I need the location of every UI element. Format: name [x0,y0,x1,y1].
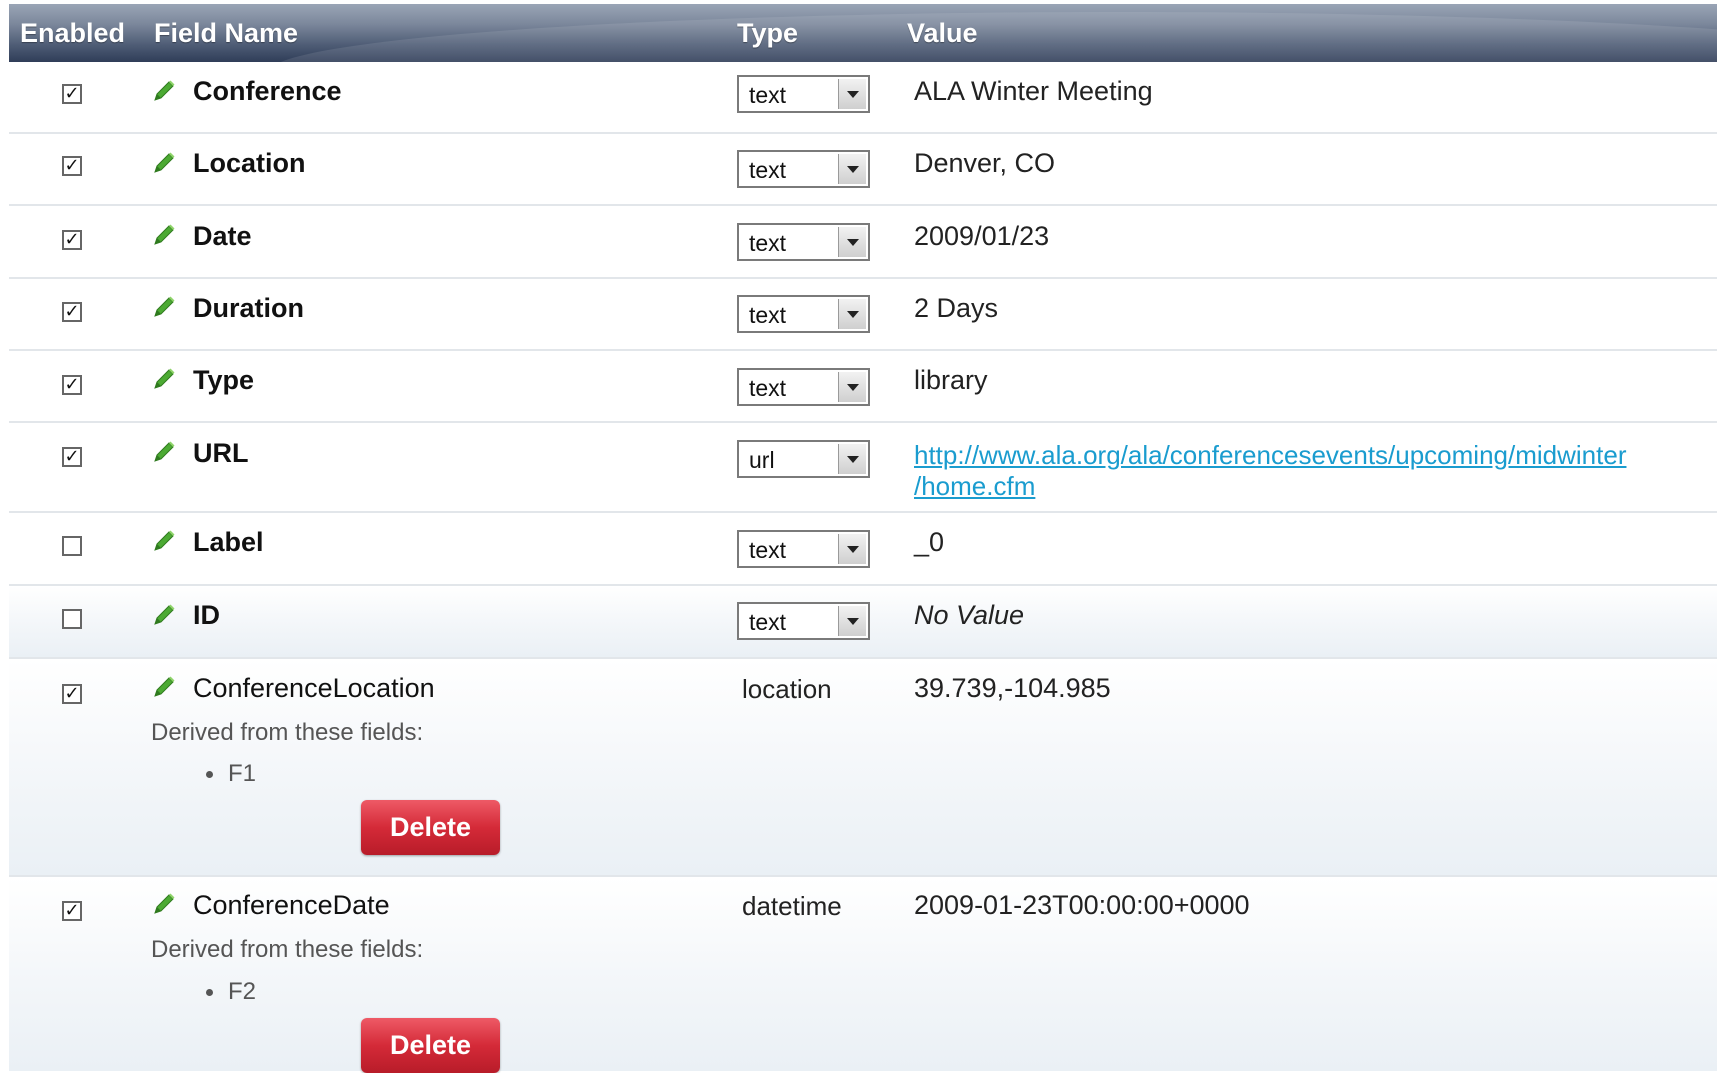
derived-field-name: F1 [228,760,257,787]
field-value: _0 [914,527,945,557]
type-select-value: text [749,537,787,563]
derived-from-label: Derived from these fields: [151,719,424,746]
enabled-checkbox[interactable]: ✓ [62,684,82,704]
type-select[interactable]: text [737,368,870,406]
delete-button[interactable]: Delete [361,1018,500,1073]
table-row: ✓ URL url http://www.ala.org/ala/confere… [9,423,1717,513]
bullet-icon [206,771,213,779]
type-select[interactable]: text [737,150,870,188]
field-value: Denver, CO [914,148,1056,178]
type-select[interactable]: text [737,530,870,568]
type-select[interactable]: text [737,602,870,640]
field-name: ConferenceLocation [193,673,435,703]
table-row: ID text No Value [9,586,1717,659]
enabled-checkbox[interactable] [62,609,82,629]
pencil-icon[interactable] [151,78,177,104]
header-type: Type [737,18,799,48]
header-decoration [269,12,1717,62]
type-select[interactable]: url [737,440,870,478]
field-name: ID [193,600,220,630]
table-header: Enabled Field Name Type Value [9,4,1717,62]
type-select[interactable]: text [737,75,870,113]
field-name: Label [193,527,264,557]
delete-button[interactable]: Delete [361,800,500,855]
url-value: http://www.ala.org/ala/conferencesevents… [914,440,1626,502]
enabled-checkbox[interactable]: ✓ [62,230,82,250]
type-select-value: text [749,230,787,256]
field-value: ALA Winter Meeting [914,76,1153,106]
chevron-down-icon[interactable] [838,299,866,329]
field-type: location [742,674,832,704]
field-value: library [914,365,988,395]
derived-table-row: ✓ ConferenceLocation location 39.739,-10… [9,659,1717,877]
type-select-value: text [749,302,787,328]
enabled-checkbox[interactable]: ✓ [62,447,82,467]
enabled-checkbox[interactable] [62,536,82,556]
field-name: ConferenceDate [193,890,390,920]
chevron-down-icon[interactable] [838,227,866,257]
url-link-line2: /home.cfm [914,471,1036,501]
enabled-checkbox[interactable]: ✓ [62,302,82,322]
pencil-icon[interactable] [151,222,177,248]
chevron-down-icon[interactable] [838,79,866,109]
field-value: 2009-01-23T00:00:00+0000 [914,890,1250,920]
pencil-icon[interactable] [151,366,177,392]
enabled-checkbox[interactable]: ✓ [62,901,82,921]
pencil-icon[interactable] [151,602,177,628]
chevron-down-icon[interactable] [838,534,866,564]
enabled-checkbox[interactable]: ✓ [62,156,82,176]
field-value: 2009/01/23 [914,221,1050,251]
field-type: datetime [742,891,842,921]
field-name: URL [193,438,249,468]
enabled-checkbox[interactable]: ✓ [62,84,82,104]
pencil-icon[interactable] [151,294,177,320]
enabled-checkbox[interactable]: ✓ [62,375,82,395]
chevron-down-icon[interactable] [838,154,866,184]
url-link[interactable]: http://www.ala.org/ala/conferencesevents… [914,440,1626,501]
table-row: ✓ Type text library [9,351,1717,423]
pencil-icon[interactable] [151,891,177,917]
type-select-value: url [749,447,775,473]
type-select[interactable]: text [737,295,870,333]
header-enabled: Enabled [20,18,126,48]
pencil-icon[interactable] [151,674,177,700]
derived-field-item: F1 [206,760,256,788]
field-value: 39.739,-104.985 [914,673,1111,703]
chevron-down-icon[interactable] [838,372,866,402]
header-value: Value [907,18,978,48]
field-name: Conference [193,76,342,106]
pencil-icon[interactable] [151,150,177,176]
field-name: Duration [193,293,304,323]
field-name: Date [193,221,252,251]
type-select-value: text [749,375,787,401]
type-select-value: text [749,82,787,108]
header-field-name: Field Name [154,18,299,48]
derived-field-item: F2 [206,978,256,1006]
field-name: Location [193,148,306,178]
field-value-empty: No Value [914,600,1025,630]
bullet-icon [206,989,213,997]
chevron-down-icon[interactable] [838,444,866,474]
table-row: ✓ Conference text ALA Winter Meeting [9,62,1717,134]
type-select-value: text [749,609,787,635]
url-link-line1: http://www.ala.org/ala/conferencesevents… [914,440,1627,470]
fields-table: Enabled Field Name Type Value ✓ Conferen… [9,0,1717,1073]
pencil-icon[interactable] [151,528,177,554]
table-row: Label text _0 [9,513,1717,586]
field-name: Type [193,365,255,395]
table-row: ✓ Date text 2009/01/23 [9,206,1717,279]
derived-table-row: ✓ ConferenceDate datetime 2009-01-23T00:… [9,877,1717,1073]
table-row: ✓ Location text Denver, CO [9,134,1717,206]
table-row: ✓ Duration text 2 Days [9,279,1717,351]
type-select-value: text [749,157,787,183]
pencil-icon[interactable] [151,439,177,465]
derived-from-label: Derived from these fields: [151,936,424,963]
type-select[interactable]: text [737,223,870,261]
field-value: 2 Days [914,293,999,323]
chevron-down-icon[interactable] [838,606,866,636]
derived-field-name: F2 [228,978,257,1005]
